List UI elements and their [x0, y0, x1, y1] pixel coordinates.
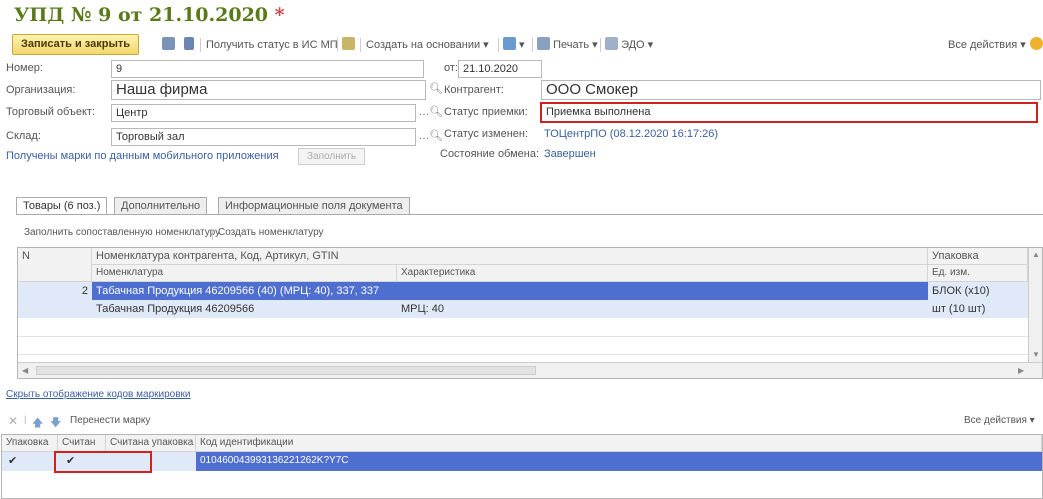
row-unit: шт (10 шт): [928, 300, 1028, 318]
move-down-icon[interactable]: 🡇: [50, 414, 61, 433]
get-status-button[interactable]: Получить статус в ИС МП: [206, 36, 338, 54]
trade-object-label: Торговый объект:: [6, 106, 96, 118]
search-icon[interactable]: 🔍︎: [428, 81, 444, 99]
tab-goods[interactable]: Товары (6 поз.): [16, 197, 108, 214]
col-nomenclature[interactable]: Номенклатура: [92, 265, 397, 282]
table-row[interactable]: ✔ ✔ 010460043993136221262K?Y7C: [2, 452, 1042, 471]
highlight-box: [54, 451, 152, 473]
create-nomenclature-button[interactable]: Создать номенклатуру: [218, 227, 324, 238]
col-mark-package[interactable]: Упаковка: [2, 435, 58, 452]
fill-button[interactable]: Заполнить: [298, 148, 366, 165]
col-characteristic[interactable]: Характеристика: [397, 265, 928, 282]
marks-table[interactable]: Упаковка Считан Считана упаковка Код иде…: [1, 434, 1043, 499]
tab-info-fields[interactable]: Информационные поля документа: [218, 197, 410, 214]
search-icon[interactable]: 🔍︎: [428, 128, 444, 146]
org-label: Организация:: [6, 84, 76, 96]
contractor-label: Контрагент:: [444, 84, 504, 96]
row-nomenclature: Табачная Продукция 46209566: [92, 300, 397, 318]
number-field[interactable]: 9: [111, 60, 424, 78]
hide-codes-link[interactable]: Скрыть отображение кодов маркировки: [6, 389, 191, 400]
accept-status-field[interactable]: Приемка выполнена: [540, 102, 1038, 123]
vertical-scrollbar[interactable]: ▲ ▼: [1028, 248, 1042, 362]
create-based-button[interactable]: Создать на основании ▾: [366, 36, 489, 54]
save-close-button[interactable]: Записать и закрыть: [12, 34, 140, 55]
col-n[interactable]: N: [18, 248, 92, 282]
date-label: от:: [444, 62, 458, 74]
row-contractor-nomenclature: Табачная Продукция 46209566 (40) (МРЦ: 4…: [92, 282, 928, 300]
tab-additional[interactable]: Дополнительно: [114, 197, 208, 214]
exchange-label: Состояние обмена:: [440, 148, 540, 160]
number-label: Номер:: [6, 62, 43, 74]
help-icon[interactable]: [1030, 36, 1043, 54]
col-package[interactable]: Упаковка: [928, 248, 1028, 265]
attach-icon[interactable]: [342, 36, 355, 54]
post-icon[interactable]: [184, 36, 194, 54]
sep: |: [24, 414, 27, 424]
move-mark-button[interactable]: Перенести марку: [70, 415, 150, 426]
row-number: 2: [18, 282, 92, 300]
warehouse-field[interactable]: Торговый зал: [111, 128, 416, 146]
col-scanned-package[interactable]: Считана упаковка: [106, 435, 196, 452]
horizontal-scrollbar[interactable]: ◀ ▶: [18, 362, 1042, 378]
contractor-field[interactable]: ООО Смокер: [541, 80, 1041, 100]
modified-marker: *: [274, 4, 285, 26]
row-package: БЛОК (x10): [928, 282, 1028, 300]
marks-all-actions-button[interactable]: Все действия ▾: [964, 415, 1035, 426]
all-actions-button[interactable]: Все действия ▾: [948, 36, 1026, 54]
goods-table[interactable]: N Номенклатура контрагента, Код, Артикул…: [17, 247, 1043, 379]
row-package-check[interactable]: ✔: [2, 452, 58, 471]
trade-object-field[interactable]: Центр: [111, 104, 416, 122]
status-changed-label: Статус изменен:: [444, 128, 529, 140]
col-nom-contractor[interactable]: Номенклатура контрагента, Код, Артикул, …: [92, 248, 928, 265]
org-field[interactable]: Наша фирма: [111, 80, 426, 100]
tab-divider: [16, 214, 1043, 215]
table-row[interactable]: 2 Табачная Продукция 46209566 (40) (МРЦ:…: [18, 282, 1028, 318]
toolbar: Записать и закрыть Получить статус в ИС …: [12, 34, 1043, 56]
document-title: УПД № 9 от 21.10.2020 *: [14, 4, 285, 26]
search-icon[interactable]: 🔍︎: [428, 104, 444, 122]
status-changed-link[interactable]: ТОЦентрПО (08.12.2020 16:17:26): [544, 128, 718, 140]
col-unit[interactable]: Ед. изм.: [928, 265, 1028, 282]
col-scanned[interactable]: Считан: [58, 435, 106, 452]
title-text: УПД № 9 от 21.10.2020: [14, 4, 269, 26]
accept-status-label: Статус приемки:: [444, 106, 528, 118]
delete-icon[interactable]: ✕: [8, 414, 18, 428]
save-icon[interactable]: [162, 36, 175, 54]
date-field[interactable]: 21.10.2020: [458, 60, 542, 78]
row-characteristic: МРЦ: 40: [397, 300, 928, 318]
col-code[interactable]: Код идентификации: [196, 435, 1042, 452]
exchange-value: Завершен: [544, 148, 596, 160]
edo-button[interactable]: ЭДО ▾: [605, 36, 653, 54]
row-code: 010460043993136221262K?Y7C: [196, 452, 1042, 471]
warehouse-label: Склад:: [6, 130, 41, 142]
fill-matched-button[interactable]: Заполнить сопоставленную номенклатуру: [24, 227, 220, 238]
print-button[interactable]: Печать ▾: [537, 36, 598, 54]
move-up-icon[interactable]: 🡅: [32, 414, 43, 433]
report-icon[interactable]: ▾: [503, 36, 525, 54]
marks-received-text: Получены марки по данным мобильного прил…: [6, 150, 279, 162]
